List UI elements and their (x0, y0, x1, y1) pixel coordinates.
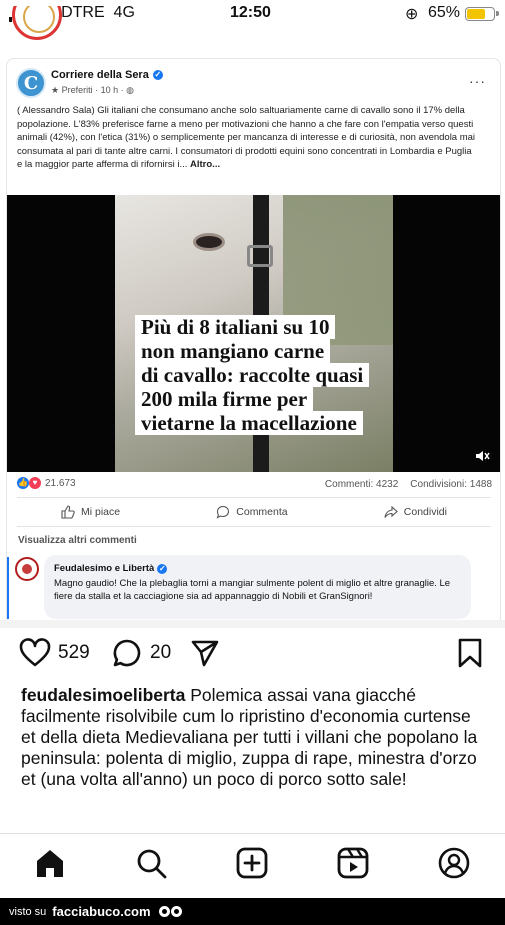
post-meta: ★ Preferiti · 10 h · ◍ (51, 85, 134, 95)
comment-text: Magno gaudio! Che la plebaglia torni a m… (54, 578, 451, 602)
caption-line: di cavallo: raccolte quasi (135, 363, 370, 387)
like-reaction-icon: 👍 (17, 477, 29, 489)
comment-icon (216, 505, 230, 519)
battery-percent: 65% (428, 4, 461, 21)
reactions-summary[interactable]: 👍 ♥ 21.673 (17, 477, 76, 489)
home-icon[interactable] (33, 846, 67, 880)
post-caption: feudalesimoeliberta Polemica assai vana … (21, 685, 483, 790)
share-icon (384, 505, 398, 518)
instagram-actions: 529 20 (0, 636, 505, 672)
caption-line: 200 mila firme per (135, 387, 314, 411)
username-link[interactable]: feudalesimoeliberta (21, 685, 185, 705)
rotation-lock-icon: ⊕ (405, 6, 419, 23)
page-name[interactable]: Corriere della Sera ✓ (51, 69, 163, 81)
search-icon[interactable] (134, 846, 168, 880)
likes-count[interactable]: 529 (58, 642, 90, 664)
volume-icon[interactable] (474, 448, 490, 464)
thumbs-up-icon (61, 505, 75, 519)
more-options-button[interactable]: ··· (469, 73, 486, 89)
share-icon[interactable] (190, 638, 220, 668)
caption-line: non mangiano carne (135, 339, 331, 363)
caption-line: vietarne la macellazione (135, 411, 363, 435)
story-avatar[interactable] (12, 6, 62, 42)
profile-icon[interactable] (437, 846, 471, 880)
comment-highlight (7, 557, 9, 619)
comments-count[interactable]: 20 (150, 642, 171, 664)
page-avatar[interactable]: C (16, 68, 46, 98)
commenter-name[interactable]: Feudalesimo e Libertà ✓ (54, 562, 461, 575)
divider (0, 620, 505, 628)
clock: 12:50 (230, 4, 271, 21)
read-more-link[interactable]: Altro... (190, 159, 220, 170)
comment-button[interactable]: Commenta (216, 505, 288, 519)
battery-icon (465, 7, 499, 21)
comment-bubble: Feudalesimo e Libertà ✓ Magno gaudio! Ch… (44, 555, 471, 619)
like-button[interactable]: Mi piace (61, 505, 120, 519)
bookmark-icon[interactable] (457, 638, 483, 668)
love-reaction-icon: ♥ (29, 477, 41, 489)
facebook-post-card: C Corriere della Sera ✓ ★ Preferiti · 10… (6, 58, 501, 625)
verified-icon: ✓ (152, 70, 163, 80)
post-actions: Mi piace Commenta Condividi (17, 497, 491, 527)
reels-icon[interactable] (336, 846, 370, 880)
nav-divider (0, 833, 505, 834)
post-text: ( Alessandro Sala) Gli italiani che cons… (17, 105, 476, 170)
share-button[interactable]: Condividi (384, 505, 447, 519)
verified-icon: ✓ (157, 563, 168, 574)
reactions-count: 21.673 (45, 477, 76, 489)
commenter-avatar[interactable] (15, 557, 39, 581)
footer-brand: facciabuco.com (52, 904, 151, 919)
heart-icon[interactable] (19, 638, 51, 668)
shares-count[interactable]: Condivisioni: 1488 (410, 479, 492, 490)
footer-prefix: visto su (9, 905, 47, 918)
comments-count[interactable]: Commenti: 4232 (325, 479, 398, 490)
caption-line: Più di 8 italiani su 10 (135, 315, 336, 339)
watermark-footer: visto su facciabuco.com (0, 898, 505, 925)
post-video[interactable]: Più di 8 italiani su 10 non mangiano car… (7, 195, 500, 472)
video-caption: Più di 8 italiani su 10 non mangiano car… (135, 315, 370, 435)
comment-icon[interactable] (112, 638, 142, 668)
create-post-icon[interactable] (235, 846, 269, 880)
status-bar: WINDTRE 4G 12:50 ⊕ 65% (0, 0, 505, 28)
post-stats: Commenti: 4232 Condivisioni: 1488 (325, 479, 492, 490)
eyes-logo-icon (158, 906, 182, 917)
globe-icon: ◍ (126, 85, 134, 95)
bottom-nav (0, 846, 505, 886)
view-more-comments-link[interactable]: Visualizza altri commenti (18, 535, 137, 546)
